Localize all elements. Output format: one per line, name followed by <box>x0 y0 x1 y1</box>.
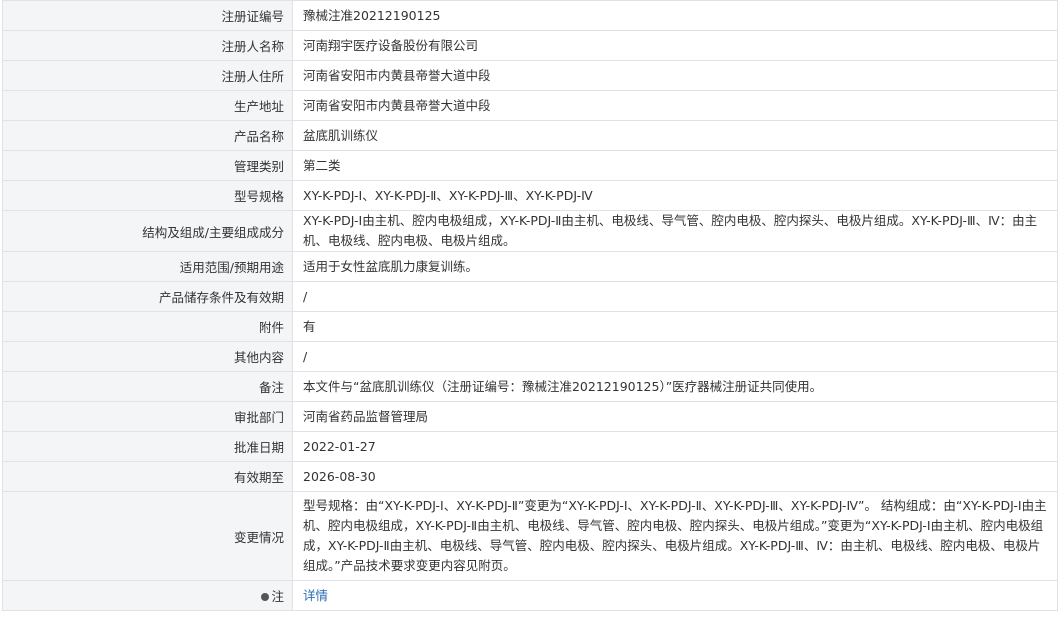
table-row: 注册证编号 豫械注准20212190125 <box>2 0 1058 31</box>
field-label: 产品储存条件及有效期 <box>2 281 293 312</box>
field-label: 管理类别 <box>2 150 293 181</box>
field-label: 产品名称 <box>2 120 293 151</box>
field-value: 2022-01-27 <box>292 431 1058 462</box>
field-label: 其他内容 <box>2 341 293 372</box>
field-label: 审批部门 <box>2 401 293 432</box>
note-value-cell: 详情 <box>292 580 1058 611</box>
table-row: 适用范围/预期用途 适用于女性盆底肌力康复训练。 <box>2 251 1058 282</box>
field-label: 附件 <box>2 311 293 342</box>
field-value: 河南省安阳市内黄县帝誉大道中段 <box>292 90 1058 121</box>
field-value: 豫械注准20212190125 <box>292 0 1058 31</box>
table-row: 产品储存条件及有效期 / <box>2 281 1058 312</box>
field-value: XY-K-PDJ-Ⅰ由主机、腔内电极组成，XY-K-PDJ-Ⅱ由主机、电极线、导… <box>292 210 1058 252</box>
field-value: 有 <box>292 311 1058 342</box>
field-label: 注册证编号 <box>2 0 293 31</box>
field-label: 适用范围/预期用途 <box>2 251 293 282</box>
note-label: 注 <box>271 589 284 604</box>
field-label: 注册人住所 <box>2 60 293 91</box>
table-row: 管理类别 第二类 <box>2 150 1058 181</box>
field-value: 河南省药品监督管理局 <box>292 401 1058 432</box>
field-label: 有效期至 <box>2 461 293 492</box>
field-value: 2026-08-30 <box>292 461 1058 492</box>
table-row: 结构及组成/主要组成成分 XY-K-PDJ-Ⅰ由主机、腔内电极组成，XY-K-P… <box>2 210 1058 252</box>
field-value: 本文件与“盆底肌训练仪（注册证编号：豫械注准20212190125）”医疗器械注… <box>292 371 1058 402</box>
table-row: 附件 有 <box>2 311 1058 342</box>
field-value: 型号规格：由“XY-K-PDJ-Ⅰ、XY-K-PDJ-Ⅱ”变更为“XY-K-PD… <box>292 491 1058 581</box>
table-row: 有效期至 2026-08-30 <box>2 461 1058 492</box>
table-row-footer: 注 详情 <box>2 580 1058 611</box>
field-label: 批准日期 <box>2 431 293 462</box>
table-row: 批准日期 2022-01-27 <box>2 431 1058 462</box>
field-value: / <box>292 281 1058 312</box>
field-value: 适用于女性盆底肌力康复训练。 <box>292 251 1058 282</box>
field-value: / <box>292 341 1058 372</box>
table-row: 其他内容 / <box>2 341 1058 372</box>
field-value: 盆底肌训练仪 <box>292 120 1058 151</box>
field-label: 结构及组成/主要组成成分 <box>2 210 293 252</box>
lightbulb-icon <box>261 592 270 601</box>
field-value: 河南省安阳市内黄县帝誉大道中段 <box>292 60 1058 91</box>
field-value: 河南翔宇医疗设备股份有限公司 <box>292 30 1058 61</box>
registration-table: 注册证编号 豫械注准20212190125 注册人名称 河南翔宇医疗设备股份有限… <box>2 0 1058 611</box>
field-label: 型号规格 <box>2 180 293 211</box>
field-value: 第二类 <box>292 150 1058 181</box>
table-row: 注册人住所 河南省安阳市内黄县帝誉大道中段 <box>2 60 1058 91</box>
field-value: XY-K-PDJ-Ⅰ、XY-K-PDJ-Ⅱ、XY-K-PDJ-Ⅲ、XY-K-PD… <box>292 180 1058 211</box>
table-row: 注册人名称 河南翔宇医疗设备股份有限公司 <box>2 30 1058 61</box>
table-row: 变更情况 型号规格：由“XY-K-PDJ-Ⅰ、XY-K-PDJ-Ⅱ”变更为“XY… <box>2 491 1058 581</box>
table-row: 备注 本文件与“盆底肌训练仪（注册证编号：豫械注准20212190125）”医疗… <box>2 371 1058 402</box>
table-row: 型号规格 XY-K-PDJ-Ⅰ、XY-K-PDJ-Ⅱ、XY-K-PDJ-Ⅲ、XY… <box>2 180 1058 211</box>
details-link[interactable]: 详情 <box>303 588 328 603</box>
table-row: 产品名称 盆底肌训练仪 <box>2 120 1058 151</box>
note-label-cell: 注 <box>2 580 293 611</box>
field-label: 注册人名称 <box>2 30 293 61</box>
table-row: 生产地址 河南省安阳市内黄县帝誉大道中段 <box>2 90 1058 121</box>
field-label: 备注 <box>2 371 293 402</box>
field-label: 变更情况 <box>2 491 293 581</box>
field-label: 生产地址 <box>2 90 293 121</box>
table-row: 审批部门 河南省药品监督管理局 <box>2 401 1058 432</box>
